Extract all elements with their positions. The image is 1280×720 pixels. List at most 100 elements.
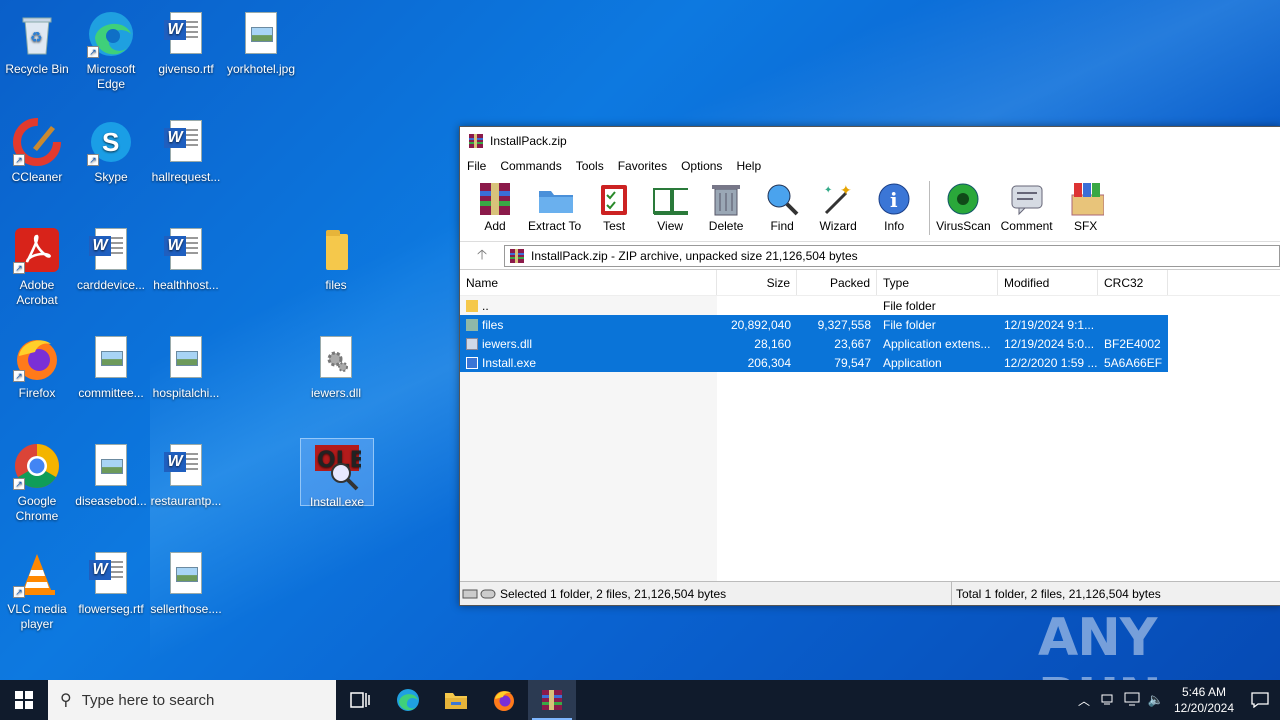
monitor-icon[interactable] bbox=[1120, 692, 1144, 709]
network-icon[interactable] bbox=[1096, 692, 1120, 709]
desktop-icon-flowerseg[interactable]: W flowerseg.rtf bbox=[74, 546, 148, 646]
shortcut-arrow-icon: ↗ bbox=[87, 154, 99, 166]
desktop-icon-recycle-bin[interactable]: ♻ Recycle Bin bbox=[0, 6, 74, 106]
desktop-icon-edge[interactable]: ↗ Microsoft Edge bbox=[74, 6, 148, 106]
toolbar-wizard-button[interactable]: ✦ ✦ Wizard bbox=[815, 181, 861, 233]
toolbar-add-button[interactable]: Add bbox=[472, 181, 518, 233]
taskbar-edge-button[interactable] bbox=[384, 680, 432, 720]
toolbar-label: View bbox=[657, 219, 684, 233]
desktop-icon-diseasebod[interactable]: diseasebod... bbox=[74, 438, 148, 538]
taskbar-explorer-button[interactable] bbox=[432, 680, 480, 720]
desktop-icon-healthhost[interactable]: W healthhost... bbox=[149, 222, 223, 322]
toolbar-sfx-button[interactable]: SFX bbox=[1063, 181, 1109, 233]
column-header-packed[interactable]: Packed bbox=[797, 270, 877, 295]
start-button[interactable] bbox=[0, 680, 48, 720]
desktop-icon-acrobat[interactable]: ↗ Adobe Acrobat bbox=[0, 222, 74, 322]
toolbar-virusscan-button[interactable]: VirusScan bbox=[936, 181, 991, 233]
toolbar-info-button[interactable]: i Info bbox=[871, 181, 917, 233]
cell-name-wrap: Install.exe bbox=[460, 353, 717, 372]
window-titlebar[interactable]: InstallPack.zip bbox=[460, 127, 1280, 155]
chevron-up-icon[interactable]: ︿ bbox=[1072, 692, 1096, 709]
column-header-modified[interactable]: Modified bbox=[998, 270, 1098, 295]
image-file-icon bbox=[87, 334, 135, 382]
file-explorer-icon bbox=[445, 693, 467, 709]
word-document-icon: W bbox=[162, 118, 210, 166]
desktop-icon-yorkhotel[interactable]: yorkhotel.jpg bbox=[224, 6, 298, 106]
desktop-icon-committee[interactable]: committee... bbox=[74, 330, 148, 430]
column-header-type[interactable]: Type bbox=[877, 270, 998, 295]
desktop-icon-files-folder[interactable]: files bbox=[299, 222, 373, 322]
desktop-icon-vlc[interactable]: ↗ VLC media player bbox=[0, 546, 74, 646]
notification-icon[interactable] bbox=[1240, 692, 1280, 708]
cell-name: files bbox=[482, 317, 504, 332]
toolbar-test-button[interactable]: Test bbox=[591, 181, 637, 233]
toolbar-find-button[interactable]: Find bbox=[759, 181, 805, 233]
desktop-icon-givenso[interactable]: W givenso.rtf bbox=[149, 6, 223, 106]
up-arrow-icon[interactable]: 🡡 bbox=[460, 244, 504, 268]
cell-packed: 23,667 bbox=[834, 336, 871, 351]
desktop-icon-label: diseasebod... bbox=[75, 494, 147, 508]
desktop-icon-chrome[interactable]: ↗ Google Chrome bbox=[0, 438, 74, 538]
table-row[interactable]: files 20,892,040 9,327,558 File folder 1… bbox=[460, 315, 1280, 334]
status-selected-text: Selected 1 folder, 2 files, 21,126,504 b… bbox=[500, 586, 727, 601]
menu-commands[interactable]: Commands bbox=[500, 159, 561, 173]
desktop-icon-label: hospitalchi... bbox=[152, 386, 220, 400]
toolbar-delete-button[interactable]: Delete bbox=[703, 181, 749, 233]
toolbar-label: Add bbox=[484, 219, 506, 233]
desktop-icon-label: Firefox bbox=[18, 386, 56, 400]
view-book-icon bbox=[652, 181, 689, 217]
menu-file[interactable]: File bbox=[467, 159, 486, 173]
address-field[interactable]: InstallPack.zip - ZIP archive, unpacked … bbox=[504, 244, 1280, 267]
taskbar-firefox-button[interactable] bbox=[480, 680, 528, 720]
desktop-icon-carddevice[interactable]: W carddevice... bbox=[74, 222, 148, 322]
menu-favorites[interactable]: Favorites bbox=[618, 159, 667, 173]
dll-gear-icon bbox=[312, 334, 360, 382]
desktop-icon-skype[interactable]: S ↗ Skype bbox=[74, 114, 148, 214]
taskbar-search-box[interactable]: ⚲ Type here to search bbox=[48, 680, 336, 720]
task-view-button[interactable] bbox=[336, 680, 384, 720]
acrobat-icon: ↗ bbox=[13, 226, 61, 274]
desktop-icon-hallrequest[interactable]: W hallrequest... bbox=[149, 114, 223, 214]
clock[interactable]: 5:46 AM 12/20/2024 bbox=[1168, 684, 1240, 716]
list-header: Name Size Packed Type Modified CRC32 bbox=[460, 270, 1280, 296]
desktop-icon-sellerthose[interactable]: sellerthose.... bbox=[149, 546, 223, 646]
desktop-icon-ccleaner[interactable]: ↗ CCleaner bbox=[0, 114, 74, 214]
volume-icon[interactable]: 🔈 bbox=[1144, 692, 1168, 708]
wizard-wand-icon: ✦ ✦ bbox=[820, 181, 856, 217]
toolbar-extract-button[interactable]: Extract To bbox=[528, 181, 581, 233]
delete-trash-icon bbox=[708, 181, 744, 217]
cell-type: File folder bbox=[883, 317, 936, 332]
toolbar-label: Test bbox=[603, 219, 626, 233]
desktop-icon-install-exe[interactable]: OLE Install.exe bbox=[300, 438, 374, 509]
desktop-icon-restaurantp[interactable]: W restaurantp... bbox=[149, 438, 223, 538]
desktop-icon-hospitalchi[interactable]: hospitalchi... bbox=[149, 330, 223, 430]
cell-crc bbox=[1098, 296, 1168, 315]
desktop-icon-iewers-dll[interactable]: iewers.dll bbox=[299, 330, 373, 430]
desktop-icon-firefox[interactable]: ↗ Firefox bbox=[0, 330, 74, 430]
table-row[interactable]: Install.exe 206,304 79,547 Application 1… bbox=[460, 353, 1280, 372]
desktop-icon-label: files bbox=[325, 278, 347, 292]
firefox-icon bbox=[494, 691, 514, 711]
address-bar: 🡡 InstallPack.zip - ZIP archive, unpacke… bbox=[460, 241, 1280, 269]
menu-options[interactable]: Options bbox=[681, 159, 722, 173]
cell-modified bbox=[998, 296, 1098, 315]
drive-icon bbox=[460, 588, 500, 600]
taskbar-winrar-button[interactable] bbox=[528, 680, 576, 720]
column-header-size[interactable]: Size bbox=[717, 270, 797, 295]
svg-text:♻: ♻ bbox=[30, 29, 43, 45]
cell-name-wrap: .. bbox=[460, 296, 717, 315]
table-row[interactable]: .. File folder bbox=[460, 296, 1280, 315]
menu-tools[interactable]: Tools bbox=[576, 159, 604, 173]
column-header-crc32[interactable]: CRC32 bbox=[1098, 270, 1168, 295]
taskbar: ⚲ Type here to search ︿ 🔈 5:46 AM 12/20/… bbox=[0, 680, 1280, 720]
file-list[interactable]: Name Size Packed Type Modified CRC32 .. … bbox=[460, 269, 1280, 582]
system-tray: ︿ 🔈 5:46 AM 12/20/2024 bbox=[1072, 680, 1280, 720]
toolbar-comment-button[interactable]: Comment bbox=[1001, 181, 1053, 233]
menu-help[interactable]: Help bbox=[736, 159, 761, 173]
toolbar-view-button[interactable]: View bbox=[647, 181, 693, 233]
column-header-name[interactable]: Name bbox=[460, 270, 717, 295]
table-row[interactable]: iewers.dll 28,160 23,667 Application ext… bbox=[460, 334, 1280, 353]
desktop-icon-label: yorkhotel.jpg bbox=[226, 62, 296, 76]
desktop-icon-label: CCleaner bbox=[11, 170, 63, 184]
winrar-window[interactable]: InstallPack.zip File Commands Tools Favo… bbox=[459, 126, 1280, 606]
